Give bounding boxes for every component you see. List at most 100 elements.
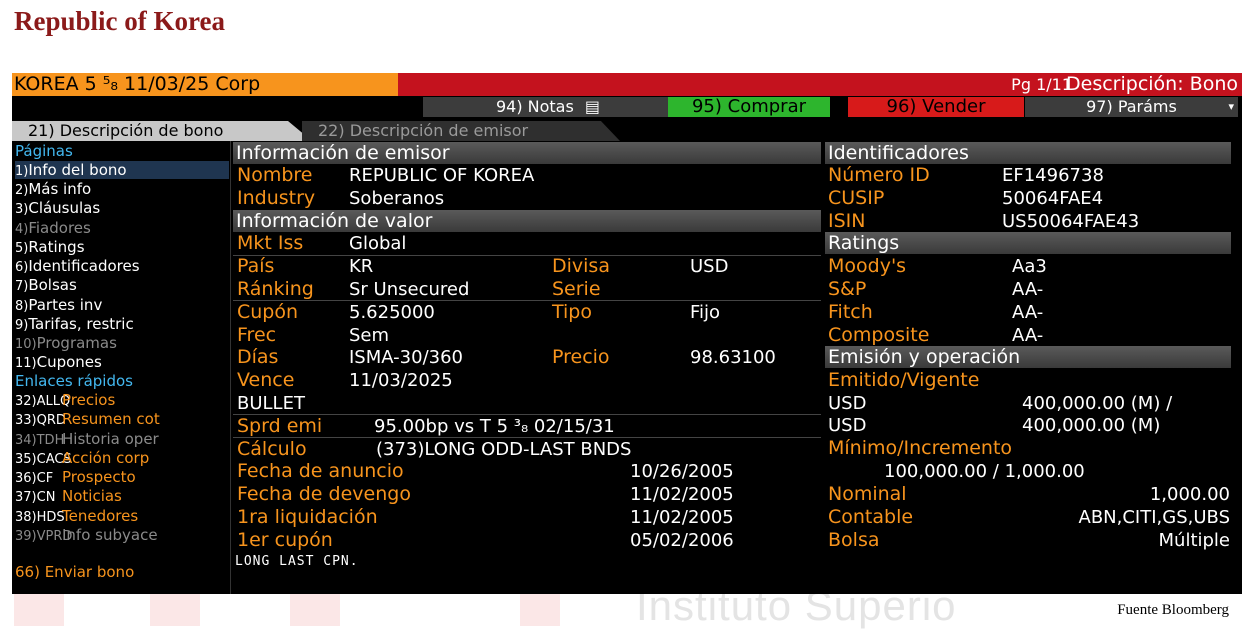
ratings-heading: Ratings xyxy=(825,232,1231,254)
first-coupon-label: 1er cupón xyxy=(237,529,333,551)
sidebar-item-ratings[interactable]: 5)Ratings xyxy=(15,238,85,256)
name-label: Nombre xyxy=(237,164,313,186)
par-value: 1,000.00 xyxy=(1149,484,1230,505)
first-coupon-value: 05/02/2006 xyxy=(630,530,734,551)
outstanding-currency: USD xyxy=(828,415,867,436)
price-label: Precio xyxy=(552,346,610,368)
coupon-value: 5.625000 xyxy=(349,302,435,323)
sidebar-item-programs[interactable]: 10)Programas xyxy=(15,334,117,352)
sidebar-item-info[interactable]: 1)Info del bono xyxy=(15,161,229,179)
moodys-label: Moody's xyxy=(828,255,907,277)
identifiers-heading: Identificadores xyxy=(825,142,1231,164)
announce-value: 10/26/2005 xyxy=(630,461,734,482)
id-label: Número ID xyxy=(828,164,930,186)
minimum-label: Mínimo/Incremento xyxy=(828,437,1013,459)
fitch-value: AA- xyxy=(1012,302,1044,323)
watermark-bar xyxy=(290,594,340,626)
id-value: EF1496738 xyxy=(1002,165,1104,186)
par-label: Nominal xyxy=(828,483,907,505)
currency-label: Divisa xyxy=(552,255,610,277)
link-holders[interactable]: 38)HDSTenedores xyxy=(15,507,138,525)
issued-amount: 400,000.00 (M) / xyxy=(1022,393,1173,414)
cusip-label: CUSIP xyxy=(828,187,885,209)
sidebar-item-guarantors[interactable]: 4)Fiadores xyxy=(15,219,91,237)
sidebar-item-exchanges[interactable]: 7)Bolsas xyxy=(15,276,77,294)
coupon-label: Cupón xyxy=(237,301,299,323)
params-label: 97) Paráms xyxy=(1086,97,1177,116)
divider xyxy=(233,255,821,256)
maturity-value: 11/03/2025 xyxy=(349,370,453,391)
security-title[interactable]: KOREA 5 ⁵₈ 11/03/25 Corp xyxy=(12,73,398,96)
rank-label: Ránking xyxy=(237,278,314,300)
notes-label: 94) Notas xyxy=(495,97,574,116)
pages-heading: Páginas xyxy=(15,142,73,160)
buy-button[interactable]: 95) Comprar xyxy=(668,97,830,117)
params-button[interactable]: 97) Paráms ▾ xyxy=(1025,97,1238,117)
watermark-bar xyxy=(14,594,64,626)
bloomberg-terminal: KOREA 5 ⁵₈ 11/03/25 Corp Pg 1/11 Descrip… xyxy=(12,73,1242,594)
country-label: País xyxy=(237,255,275,277)
security-heading: Información de valor xyxy=(233,210,821,232)
mkt-value: Global xyxy=(349,233,407,254)
industry-label: Industry xyxy=(237,187,316,209)
tab-issuer-description[interactable]: 22) Descripción de emisor xyxy=(302,121,620,141)
calc-label: Cálculo xyxy=(237,438,307,460)
issued-label: Emitido/Vigente xyxy=(828,369,980,391)
agent-value: ABN,CITI,GS,UBS xyxy=(1078,507,1230,528)
currency-value: USD xyxy=(690,256,729,277)
sidebar: Páginas 1)Info del bono 2)Más info 3)Clá… xyxy=(12,141,231,594)
exchange-label: Bolsa xyxy=(828,529,880,551)
divider xyxy=(233,300,821,301)
link-news[interactable]: 37)CN Noticias xyxy=(15,487,122,505)
composite-value: AA- xyxy=(1012,325,1044,346)
sidebar-item-parties[interactable]: 8)Partes inv xyxy=(15,296,102,314)
sp-value: AA- xyxy=(1012,279,1044,300)
sidebar-item-identifiers[interactable]: 6)Identificadores xyxy=(15,257,140,275)
frequency-value: Sem xyxy=(349,325,390,346)
mkt-label: Mkt Iss xyxy=(237,232,304,254)
outstanding-amount: 400,000.00 (M) xyxy=(1022,415,1161,436)
country-value: KR xyxy=(349,256,374,277)
maturity-label: Vence xyxy=(237,369,295,391)
settle-label: 1ra liquidación xyxy=(237,506,378,528)
notes-button[interactable]: 94) Notas ▤ xyxy=(423,97,673,117)
document-icon: ▤ xyxy=(584,97,601,116)
send-bond-link[interactable]: 66) Enviar bono xyxy=(15,563,134,581)
bullet-value: BULLET xyxy=(237,393,305,414)
sidebar-item-fees[interactable]: 9)Tarifas, restric xyxy=(15,315,134,333)
issued-currency: USD xyxy=(828,393,867,414)
issuance-heading: Emisión y operación xyxy=(825,346,1231,368)
day-count-label: Días xyxy=(237,346,279,368)
chevron-down-icon: ▾ xyxy=(1228,100,1234,113)
sp-label: S&P xyxy=(828,278,867,300)
link-prospectus[interactable]: 36)CF Prospecto xyxy=(15,468,136,486)
sidebar-item-coupons[interactable]: 11)Cupones xyxy=(15,353,102,371)
watermark-bar xyxy=(150,594,200,626)
watermark-bar xyxy=(520,594,560,626)
spread-value: 95.00bp vs T 5 ³₈ 02/15/31 xyxy=(374,416,615,437)
day-count-value: ISMA-30/360 xyxy=(349,347,464,368)
link-corp-action[interactable]: 35)CACSAcción corp xyxy=(15,449,149,467)
isin-value: US50064FAE43 xyxy=(1002,211,1140,232)
rank-value: Sr Unsecured xyxy=(349,279,470,300)
isin-label: ISIN xyxy=(828,210,866,232)
source-note: Fuente Bloomberg xyxy=(1117,602,1229,618)
sidebar-item-clauses[interactable]: 3)Cláusulas xyxy=(15,199,100,217)
accrual-value: 11/02/2005 xyxy=(630,484,734,505)
link-trade-history[interactable]: 34)TDHHistoria oper xyxy=(15,430,159,448)
tab-bond-description[interactable]: 21) Descripción de bono xyxy=(12,121,312,141)
quick-links-heading: Enlaces rápidos xyxy=(15,372,133,390)
announce-label: Fecha de anuncio xyxy=(237,460,404,482)
link-underlying[interactable]: 39)VPRDInfo subyace xyxy=(15,526,158,544)
spread-label: Sprd emi xyxy=(237,415,323,437)
link-quote-summary[interactable]: 33)QRDResumen cot xyxy=(15,410,160,428)
sell-button[interactable]: 96) Vender xyxy=(848,97,1024,117)
agent-label: Contable xyxy=(828,506,914,528)
link-prices[interactable]: 32)ALLQPrecios xyxy=(15,391,115,409)
sidebar-item-more-info[interactable]: 2)Más info xyxy=(15,180,91,198)
issuer-heading: Información de emisor xyxy=(233,142,821,164)
bond-note: LONG LAST CPN. xyxy=(235,554,359,569)
industry-value: Soberanos xyxy=(349,188,445,209)
minimum-value: 100,000.00 / 1,000.00 xyxy=(884,461,1085,482)
composite-label: Composite xyxy=(828,324,930,346)
